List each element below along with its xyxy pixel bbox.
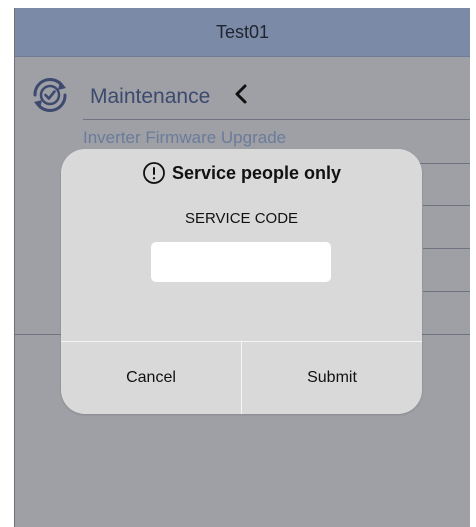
header-title: Test01 xyxy=(215,21,270,42)
divider xyxy=(423,291,470,292)
chevron-left-icon[interactable] xyxy=(231,81,251,107)
divider xyxy=(423,248,470,249)
dialog-title-row: Service people only xyxy=(61,160,422,186)
section-title: Maintenance xyxy=(90,85,211,108)
divider xyxy=(423,205,470,206)
dialog-title: Service people only xyxy=(171,162,342,183)
cancel-button[interactable]: Cancel xyxy=(61,342,241,414)
alert-circle-icon xyxy=(143,162,165,184)
section-header: Maintenance xyxy=(15,66,470,124)
service-code-label: SERVICE CODE xyxy=(184,210,299,227)
submit-button[interactable]: Submit xyxy=(242,342,422,414)
service-code-dialog: Service people only SERVICE CODE Cancel … xyxy=(61,149,422,414)
maintenance-check-icon xyxy=(33,77,67,113)
nav-header: Test01 xyxy=(15,8,470,57)
divider xyxy=(83,119,470,120)
list-item-inverter-firmware-upgrade[interactable]: Inverter Firmware Upgrade xyxy=(83,128,286,148)
service-code-input[interactable] xyxy=(151,242,331,282)
